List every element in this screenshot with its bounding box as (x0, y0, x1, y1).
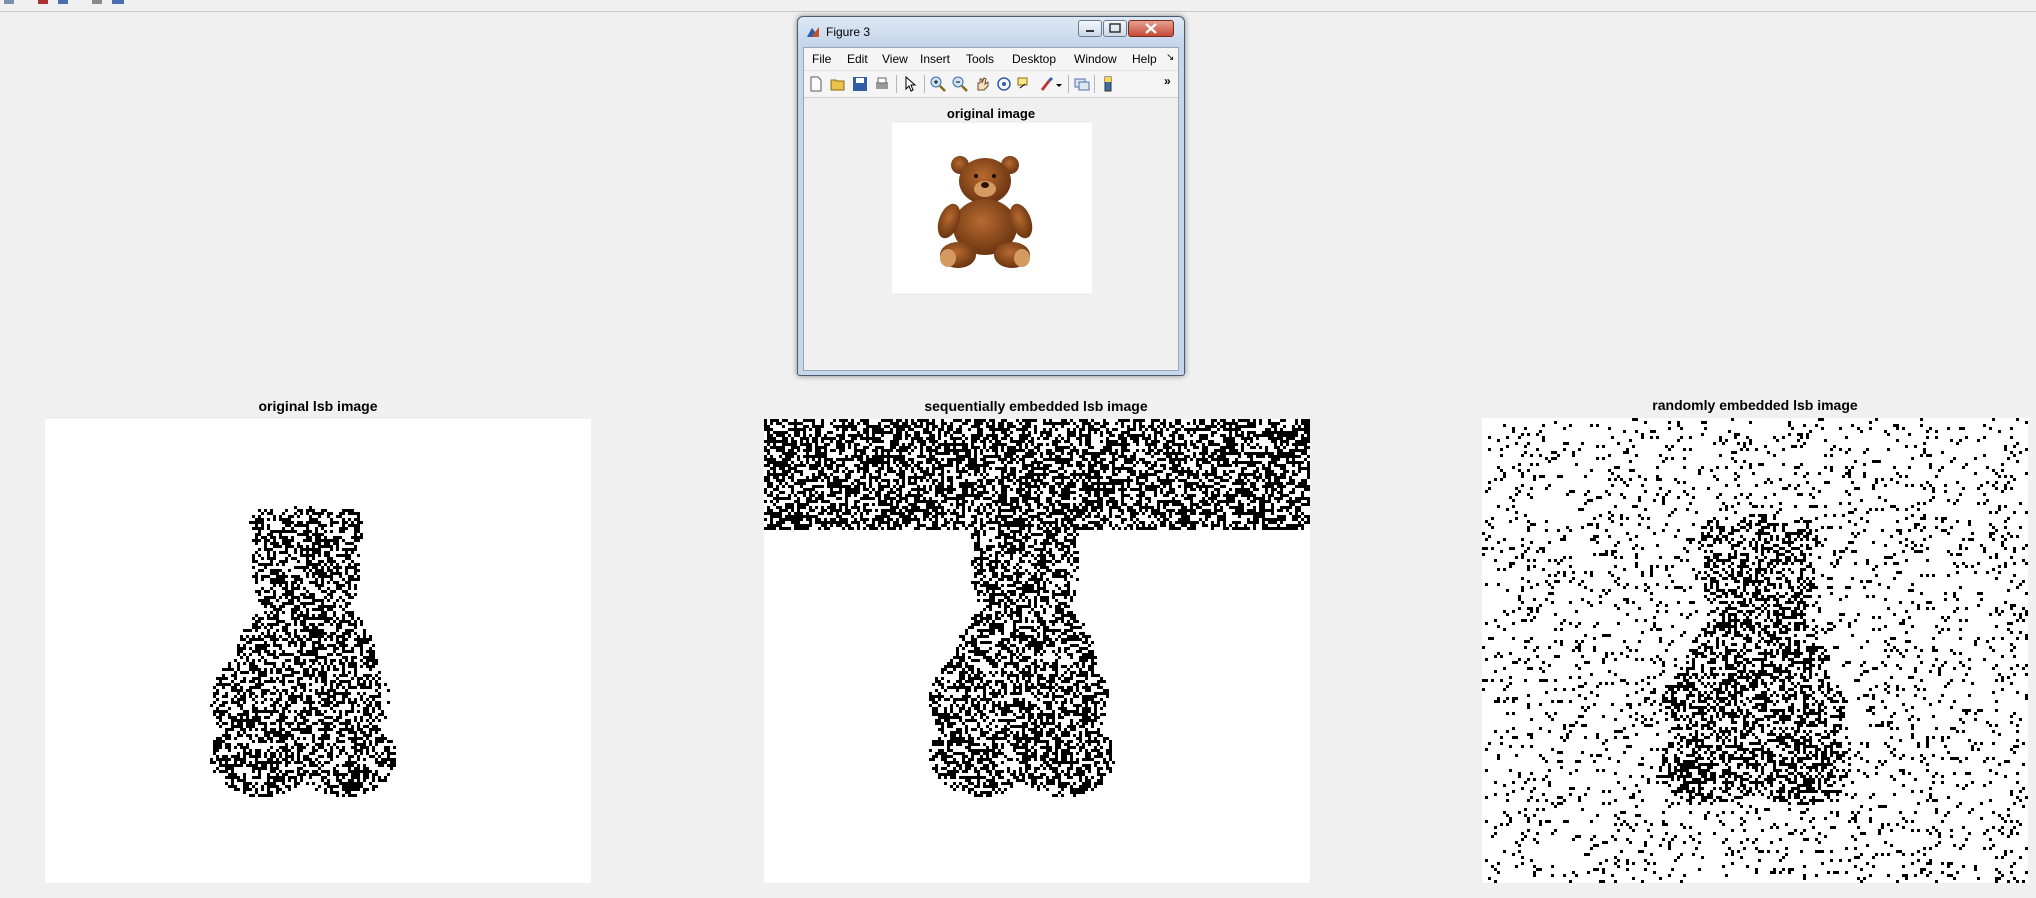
figure-axes-area: original image (804, 98, 1178, 370)
open-file-icon[interactable] (830, 76, 846, 92)
menu-overflow-icon[interactable]: ↘ (1166, 52, 1174, 63)
menu-edit[interactable]: Edit (847, 52, 868, 66)
parent-toolbar-icon[interactable] (112, 0, 124, 4)
parent-toolbar-icon[interactable] (38, 0, 48, 4)
menu-insert[interactable]: Insert (920, 52, 950, 66)
menu-bar: File Edit View Insert Tools Desktop Wind… (804, 48, 1178, 71)
parent-toolbar-icon[interactable] (58, 0, 68, 4)
toolbar-separator (896, 75, 897, 93)
zoom-out-icon[interactable] (952, 76, 968, 92)
lsb-noise-plot (1482, 418, 2028, 883)
pan-icon[interactable] (974, 76, 990, 92)
sequential-lsb-image[interactable] (764, 419, 1310, 883)
figure-client-area: File Edit View Insert Tools Desktop Wind… (803, 47, 1179, 371)
menu-file[interactable]: File (812, 52, 831, 66)
brush-dropdown-icon[interactable] (1054, 76, 1064, 92)
colorbar-icon[interactable] (1100, 76, 1116, 92)
close-button[interactable] (1128, 20, 1174, 37)
panel-title-sequential-lsb: sequentially embedded lsb image (924, 398, 1148, 414)
original-image[interactable] (892, 123, 1092, 293)
pointer-icon[interactable] (902, 76, 918, 92)
panel-title-original-lsb: original lsb image (258, 398, 378, 414)
minimize-button[interactable] (1078, 20, 1102, 37)
toolbar-separator (1068, 75, 1069, 93)
teddy-bear-image (937, 156, 1033, 268)
figure-toolbar: » (804, 71, 1178, 98)
toolbar-separator (924, 75, 925, 93)
maximize-button[interactable] (1103, 20, 1127, 37)
print-icon[interactable] (874, 76, 890, 92)
axes-title: original image (946, 106, 1036, 121)
zoom-in-icon[interactable] (930, 76, 946, 92)
window-title: Figure 3 (826, 25, 871, 39)
lsb-noise-plot (210, 506, 396, 797)
menu-desktop[interactable]: Desktop (1012, 52, 1056, 66)
maximize-icon (1109, 23, 1121, 33)
original-lsb-image[interactable] (45, 419, 591, 883)
new-figure-icon[interactable] (808, 76, 824, 92)
window-titlebar[interactable]: Figure 3 (798, 17, 1184, 47)
parent-toolbar-icon[interactable] (4, 0, 14, 4)
panel-title-random-lsb: randomly embedded lsb image (1652, 397, 1858, 413)
parent-toolbar-strip (0, 0, 2036, 12)
matlab-logo-icon (807, 27, 819, 37)
random-lsb-image[interactable] (1482, 418, 2028, 883)
save-icon[interactable] (852, 76, 868, 92)
toolbar-separator (1094, 75, 1095, 93)
menu-window[interactable]: Window (1074, 52, 1117, 66)
data-cursor-icon[interactable] (1016, 76, 1032, 92)
minimize-icon (1086, 30, 1094, 32)
brush-icon[interactable] (1038, 76, 1054, 92)
menu-tools[interactable]: Tools (966, 52, 994, 66)
link-plot-icon[interactable] (1074, 76, 1090, 92)
close-icon (1145, 23, 1157, 34)
menu-help[interactable]: Help (1132, 52, 1157, 66)
toolbar-overflow-icon[interactable]: » (1164, 74, 1171, 88)
lsb-noise-plot (764, 419, 1310, 797)
parent-toolbar-icon[interactable] (92, 0, 102, 4)
rotate-3d-icon[interactable] (996, 76, 1012, 92)
menu-view[interactable]: View (882, 52, 908, 66)
figure-window[interactable]: Figure 3 File Edit View Insert Tools Des… (797, 16, 1185, 376)
